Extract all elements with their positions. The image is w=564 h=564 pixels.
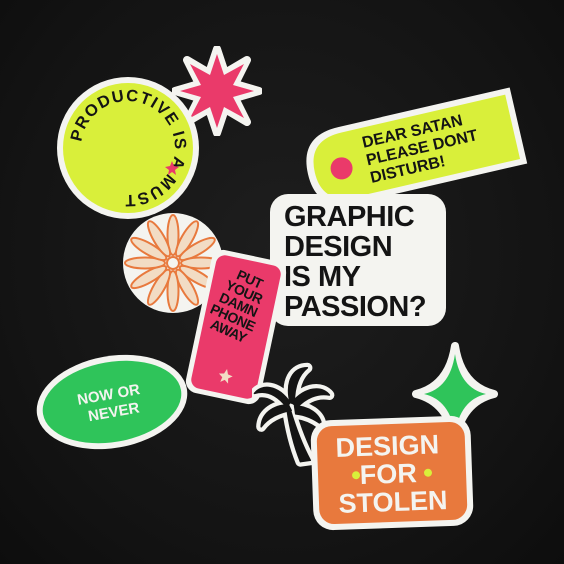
svg-text:GRAPHIC DESIGN IS: GRAPHIC DESIGN IS MY PASSION?	[284, 201, 426, 323]
design-for-stolen-text-block: DESIGN FOR STOLEN	[335, 429, 449, 519]
graphic-line-1: GRAPHIC	[284, 201, 415, 233]
lime-dot-right	[424, 468, 433, 477]
design-line-1: DESIGN	[335, 429, 440, 463]
design-for-stolen-sticker: DESIGN FOR STOLEN	[310, 415, 474, 531]
graphic-line-4: PASSION?	[284, 291, 426, 323]
productive-circle-sticker: PRODUCTIVE IS A MUST	[57, 77, 199, 219]
sticker-collage: PRODUCTIVE IS A MUST DEAR SATAN PLEASE D…	[0, 0, 564, 564]
design-line-2: FOR	[359, 458, 417, 490]
graphic-design-text-block: GRAPHIC DESIGN IS MY PASSION?	[284, 201, 427, 323]
dear-satan-tag-sticker: DEAR SATAN PLEASE DONT DISTURB!	[306, 87, 528, 205]
svg-text:DESIGN FOR STO: DESIGN FOR STOLEN	[335, 429, 449, 519]
now-or-never-sticker: NOW OR NEVER	[36, 354, 188, 450]
design-line-3: STOLEN	[338, 485, 448, 519]
graphic-line-2: DESIGN	[284, 231, 392, 263]
